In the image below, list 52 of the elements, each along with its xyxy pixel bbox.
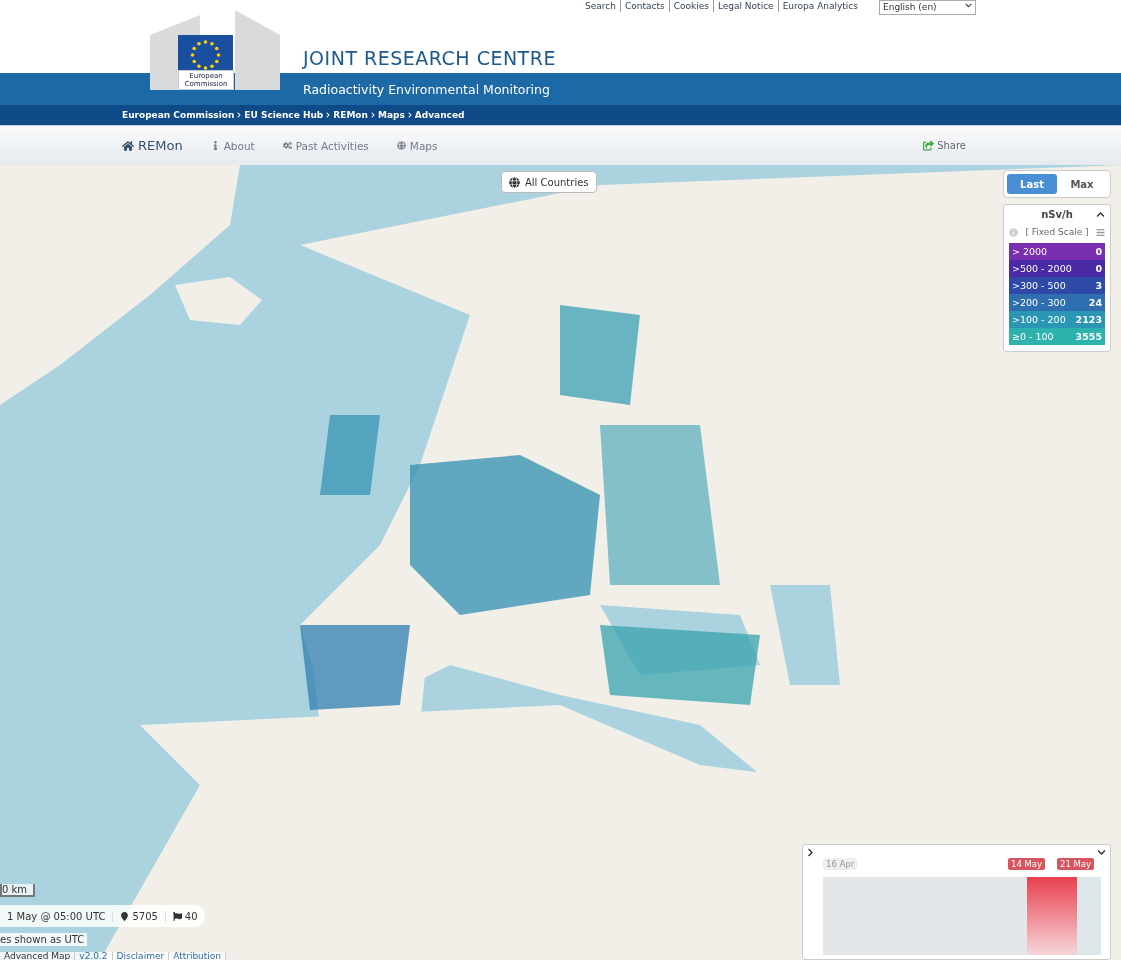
gears-icon [282, 141, 292, 150]
collapse-icon[interactable] [1096, 210, 1105, 219]
site-subtitle: Radioactivity Environmental Monitoring [303, 81, 550, 97]
share-link[interactable]: Share [923, 140, 966, 151]
footer-link[interactable]: v2.0.2 [75, 952, 113, 960]
site-title: JOINT RESEARCH CENTRE [303, 47, 556, 71]
time-label: 1 May @ 05:00 UTC [0, 910, 114, 922]
share-icon [923, 140, 935, 151]
globe-icon [509, 176, 520, 188]
station-count: 5705 [113, 910, 166, 922]
nav-link[interactable]: REMon [122, 138, 183, 153]
nav-link[interactable]: Maps [396, 139, 438, 152]
footer-link[interactable]: Attribution [169, 952, 227, 960]
country-filter-button[interactable]: All Countries [501, 171, 597, 193]
top-link[interactable]: Contacts [620, 0, 670, 12]
language-select[interactable]: English (en) [879, 0, 976, 15]
legend-row[interactable]: >300 - 500 3 [1009, 277, 1105, 294]
breadcrumb-link[interactable]: EU Science Hub [244, 110, 324, 120]
legend-row[interactable]: >200 - 300 24 [1009, 294, 1105, 311]
footer-link[interactable]: Disclaimer [112, 952, 170, 960]
scale-bar: 0 km [0, 884, 36, 897]
unit-label: nSv/h [1041, 209, 1073, 222]
scale-label: [ Fixed Scale ] [1025, 227, 1089, 237]
nav-link[interactable]: About [210, 139, 255, 152]
menu-icon[interactable] [1096, 227, 1105, 237]
legend-row[interactable]: >500 - 2000 0 [1009, 260, 1105, 277]
home-icon [122, 139, 134, 152]
collapse-icon[interactable] [1097, 848, 1106, 857]
legend-row[interactable]: > 2000 0 [1009, 243, 1105, 260]
chevron-icon [406, 110, 413, 120]
date-tag: 21 May [1057, 858, 1095, 870]
globe-icon [396, 141, 406, 150]
chevron-icon [325, 110, 332, 120]
nav-link[interactable]: Past Activities [282, 139, 369, 152]
footer-link[interactable]: Advanced Map [0, 952, 76, 960]
chevron-icon [236, 110, 243, 120]
top-link[interactable]: Legal Notice [713, 0, 779, 12]
breadcrumb-link[interactable]: European Commission [122, 110, 235, 120]
chevron-icon[interactable] [806, 848, 815, 857]
date-tag: 16 Apr [823, 858, 858, 870]
breadcrumb-link[interactable]: Maps [377, 110, 405, 120]
date-tag: 14 May [1008, 858, 1046, 870]
breadcrumb-link[interactable]: REMon [333, 110, 368, 120]
top-link[interactable]: Search [585, 0, 621, 12]
top-link[interactable]: Cookies [669, 0, 714, 12]
country-count: 40 [165, 910, 205, 922]
top-link[interactable]: Europa Analytics [778, 0, 862, 12]
breadcrumb-link[interactable]: Advanced [414, 110, 465, 120]
chevron-icon [369, 110, 376, 120]
flag-icon [172, 911, 182, 921]
timezone-note: es shown as UTC [0, 933, 88, 946]
marker-icon [120, 911, 130, 921]
